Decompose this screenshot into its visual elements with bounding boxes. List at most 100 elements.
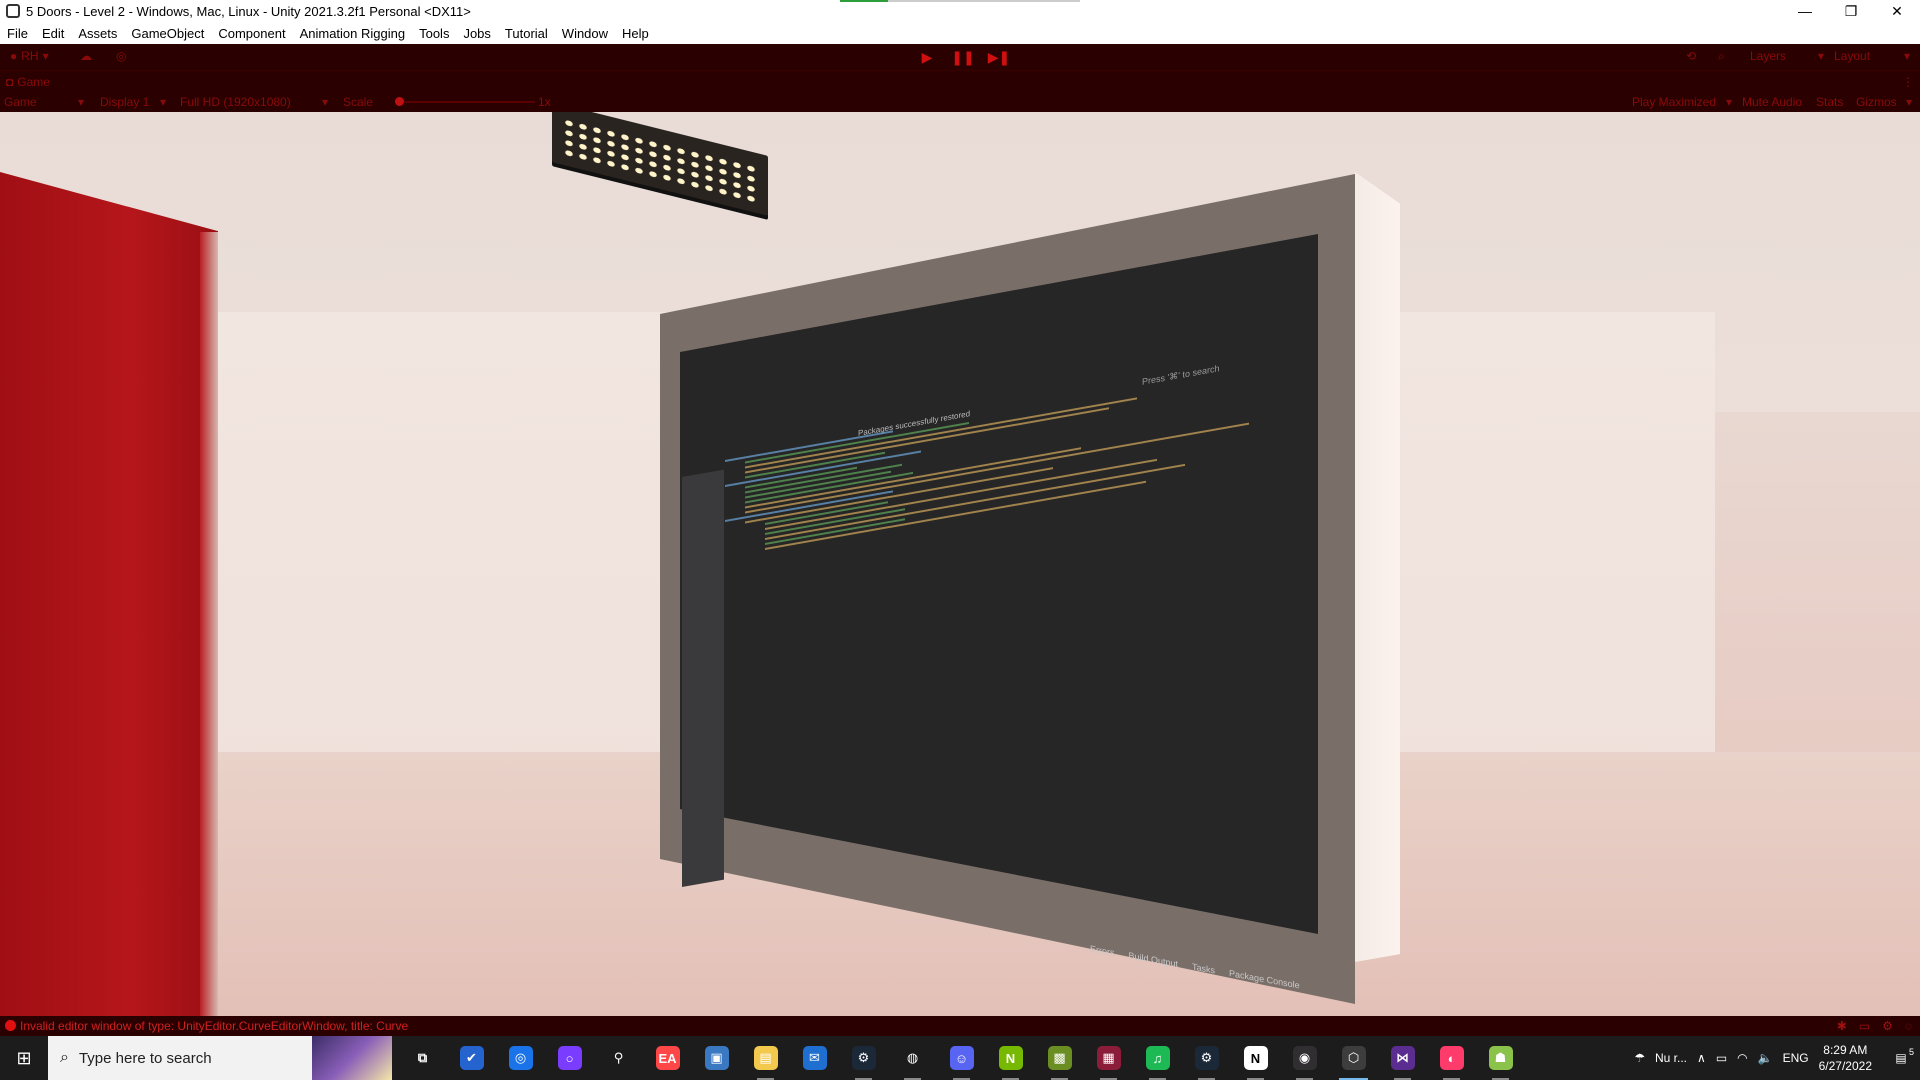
taskbar-app-vpn[interactable]: ⚲: [594, 1036, 643, 1080]
restore-button[interactable]: ❐: [1828, 0, 1874, 22]
chevron-down-icon: ▾: [1903, 49, 1910, 63]
chevron-down-icon: ▾: [1726, 95, 1733, 109]
taskbar-app-android-app[interactable]: ☗: [1476, 1036, 1525, 1080]
nvidia-icon: N: [998, 1046, 1023, 1070]
pause-button[interactable]: ❚❚: [951, 48, 974, 66]
tab-game-label: Game: [17, 75, 50, 89]
spotify-icon: ♫: [1145, 1046, 1170, 1070]
bug-icon[interactable]: ✱: [1837, 1019, 1847, 1033]
scale-slider-track[interactable]: [395, 101, 535, 103]
mute-audio-toggle[interactable]: Mute Audio: [1742, 95, 1802, 109]
chevron-down-icon: ▾: [78, 95, 85, 109]
account-dropdown[interactable]: ● RH ▾: [10, 49, 49, 63]
menu-component[interactable]: Component: [211, 26, 292, 41]
taskbar-app-steam-2[interactable]: ⚙: [1182, 1036, 1231, 1080]
menu-window[interactable]: Window: [555, 26, 615, 41]
taskbar-app-nvidia[interactable]: N: [986, 1036, 1035, 1080]
weather-icon[interactable]: ☂: [1634, 1051, 1645, 1065]
stats-toggle[interactable]: Stats: [1816, 95, 1843, 109]
collab-icon[interactable]: ◎: [116, 49, 126, 63]
status-icons: ✱ ▭ ⚙ ◌: [1837, 1019, 1912, 1033]
menu-animation-rigging[interactable]: Animation Rigging: [293, 26, 413, 41]
menu-tools[interactable]: Tools: [412, 26, 456, 41]
play-button[interactable]: ▶: [918, 48, 936, 66]
menu-file[interactable]: File: [0, 26, 35, 41]
taskbar-app-minecraft[interactable]: ▩: [1035, 1036, 1084, 1080]
taskbar-app-spotify[interactable]: ♫: [1133, 1036, 1182, 1080]
search-icon: ⌕: [60, 1049, 69, 1066]
network-icon[interactable]: ▭: [1716, 1051, 1727, 1065]
minecraft-icon: ▩: [1047, 1046, 1072, 1070]
taskbar-app-winrar[interactable]: ▦: [1084, 1036, 1133, 1080]
todo-icon: ✔: [459, 1046, 484, 1070]
taskbar-app-visual-studio[interactable]: ⋈: [1378, 1036, 1427, 1080]
more-options-icon[interactable]: ⋮: [1902, 75, 1914, 89]
menu-assets[interactable]: Assets: [71, 26, 124, 41]
taskbar-apps: ⧉ ✔ ◎ ○ ⚲ EA ▣ ▤ ✉ ⚙ ◍ ☺ N ▩ ▦ ♫ ⚙ N ◉ ⬡ ⋈ ◐ ☗: [398, 1036, 1525, 1080]
window-controls: — ❐ ✕: [1782, 0, 1920, 22]
show-hidden-icons-icon[interactable]: ∧: [1697, 1051, 1706, 1065]
view-dropdown[interactable]: Game: [4, 95, 37, 109]
taskbar-search[interactable]: ⌕ Type here to search: [48, 1036, 392, 1080]
play-maximized-dropdown[interactable]: Play Maximized: [1632, 95, 1716, 109]
game-tab-strip: ◘ Game ⋮: [0, 70, 1920, 93]
app-blue-circle-icon: ◎: [508, 1046, 533, 1070]
code-line: [765, 480, 1146, 550]
settings-icon[interactable]: ⚙: [1882, 1019, 1893, 1033]
system-tray: ☂ Nu r... ∧ ▭ ◠ 🔈 ENG 8:29 AM 6/27/2022 …: [1634, 1036, 1920, 1080]
tab-game[interactable]: ◘ Game: [6, 75, 50, 89]
search-icon[interactable]: ⌕: [1718, 49, 1725, 64]
minimize-button[interactable]: —: [1782, 0, 1828, 22]
scale-slider-handle[interactable]: [395, 97, 404, 106]
menu-gameobject[interactable]: GameObject: [124, 26, 211, 41]
wifi-icon[interactable]: ◠: [1737, 1051, 1747, 1065]
weather-text[interactable]: Nu r...: [1655, 1051, 1687, 1065]
start-button[interactable]: ⊞: [0, 1036, 48, 1080]
menu-help[interactable]: Help: [615, 26, 656, 41]
notifications-button[interactable]: ▤ 5: [1882, 1047, 1920, 1065]
menu-edit[interactable]: Edit: [35, 26, 71, 41]
menu-tutorial[interactable]: Tutorial: [498, 26, 555, 41]
console-status-bar[interactable]: Invalid editor window of type: UnityEdit…: [0, 1016, 1920, 1036]
display-dropdown[interactable]: Display 1: [100, 95, 149, 109]
taskbar-app-ea[interactable]: EA: [643, 1036, 692, 1080]
taskbar-app-chrome[interactable]: ◍: [888, 1036, 937, 1080]
cortana-icon: ○: [557, 1046, 582, 1070]
taskbar-app-task-view[interactable]: ⧉: [398, 1036, 447, 1080]
progress-icon[interactable]: ◌: [1905, 1019, 1912, 1033]
taskbar-app-obs[interactable]: ◉: [1280, 1036, 1329, 1080]
android-app-icon: ☗: [1488, 1046, 1513, 1070]
volume-icon[interactable]: 🔈: [1758, 1051, 1773, 1065]
discord-icon: ☺: [949, 1046, 974, 1070]
history-icon[interactable]: ⟲: [1686, 49, 1696, 63]
taskbar-app-creative-cloud[interactable]: ◐: [1427, 1036, 1476, 1080]
gizmos-toggle[interactable]: Gizmos: [1856, 95, 1897, 109]
taskbar-app-discord[interactable]: ☺: [937, 1036, 986, 1080]
taskbar-app-file-explorer[interactable]: ▤: [741, 1036, 790, 1080]
console-message[interactable]: Invalid editor window of type: UnityEdit…: [20, 1019, 408, 1033]
taskbar-app-todo[interactable]: ✔: [447, 1036, 496, 1080]
cloud-icon[interactable]: ☁: [80, 49, 92, 63]
unity-toolbar: ● RH ▾ ☁ ◎ ▶ ❚❚ ▶❚ ⟲ ⌕ Layers ▾ Layout ▾: [0, 44, 1920, 70]
layers-label: Layers: [1750, 49, 1787, 63]
close-button[interactable]: ✕: [1874, 0, 1920, 22]
taskbar-app-notion[interactable]: N: [1231, 1036, 1280, 1080]
layout-dropdown[interactable]: Layout ▾: [1834, 49, 1910, 63]
layers-dropdown[interactable]: Layers ▾: [1750, 49, 1824, 63]
taskbar-app-app-blue-circle[interactable]: ◎: [496, 1036, 545, 1080]
language-indicator[interactable]: ENG: [1783, 1051, 1809, 1065]
step-button[interactable]: ▶❚: [988, 48, 1011, 66]
clock-time: 8:29 AM: [1823, 1043, 1868, 1057]
menu-jobs[interactable]: Jobs: [456, 26, 497, 41]
taskbar-app-photos[interactable]: ▣: [692, 1036, 741, 1080]
taskbar-app-unity[interactable]: ⬡: [1329, 1036, 1378, 1080]
title-bar: 5 Doors - Level 2 - Windows, Mac, Linux …: [0, 0, 1920, 22]
game-view[interactable]: Press '⌘' to search Packages successfull…: [0, 112, 1920, 1016]
taskbar-clock[interactable]: 8:29 AM 6/27/2022: [1819, 1042, 1872, 1074]
play-controls: ▶ ❚❚ ▶❚: [918, 48, 1011, 66]
graphics-icon[interactable]: ▭: [1859, 1019, 1870, 1033]
taskbar-app-mail[interactable]: ✉: [790, 1036, 839, 1080]
taskbar-app-steam[interactable]: ⚙: [839, 1036, 888, 1080]
taskbar-app-cortana[interactable]: ○: [545, 1036, 594, 1080]
resolution-dropdown[interactable]: Full HD (1920x1080): [180, 95, 291, 109]
